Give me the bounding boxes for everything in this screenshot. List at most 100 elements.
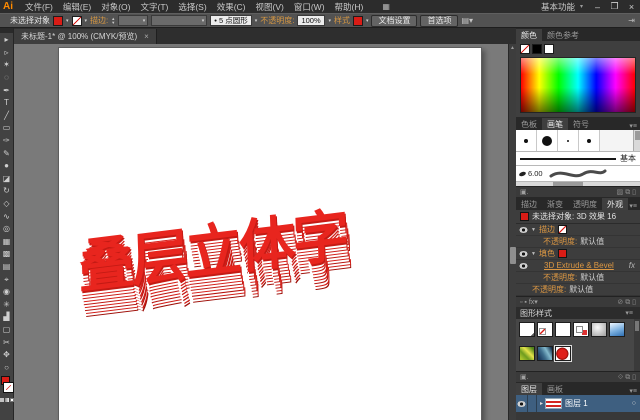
visibility-eye-icon[interactable] (519, 262, 528, 269)
layer-visibility-cell[interactable] (516, 395, 528, 412)
document-setup-button[interactable]: 文档设置 (371, 14, 418, 27)
visibility-eye-icon[interactable] (519, 250, 528, 257)
fill-opacity-row[interactable]: 不透明度: 默认值 (516, 272, 640, 284)
column-graph-tool[interactable]: ▟ (0, 311, 14, 324)
layer-thumbnail[interactable] (545, 398, 563, 409)
style-green-texture[interactable] (519, 346, 535, 361)
style-red-3d[interactable] (554, 345, 572, 362)
hand-tool[interactable]: ✥ (0, 349, 14, 362)
style-none[interactable] (537, 322, 553, 337)
style-blue-texture[interactable] (537, 346, 553, 361)
arrange-documents-icon[interactable]: ▦ (382, 2, 390, 11)
canvas-vertical-scrollbar[interactable]: ▲ (508, 44, 516, 420)
stroke-weight-stepper[interactable]: ▲ ▼ (111, 16, 115, 25)
none-button[interactable] (9, 398, 14, 403)
opacity-link[interactable]: 不透明度: (543, 272, 577, 283)
expand-arrow-icon[interactable]: ▼ (531, 251, 536, 257)
style-swatch[interactable] (352, 15, 363, 26)
gradient-button[interactable] (4, 398, 9, 403)
black-swatch[interactable] (532, 44, 542, 54)
restore-button[interactable]: ❐ (606, 1, 623, 12)
gradient-tool[interactable]: ▤ (0, 261, 14, 274)
expand-arrow-icon[interactable]: ▼ (531, 227, 536, 233)
width-tool[interactable]: ∿ (0, 210, 14, 223)
tab-brushes[interactable]: 画笔 (542, 118, 568, 130)
fill-stroke-control[interactable] (0, 375, 14, 397)
variable-width-profile-select[interactable]: ▾ (151, 15, 208, 26)
opacity-label[interactable]: 不透明度: (260, 15, 294, 26)
brush-item[interactable] (579, 130, 600, 151)
visibility-eye-icon[interactable] (519, 226, 528, 233)
opacity-link[interactable]: 不透明度: (532, 284, 566, 295)
close-document-icon[interactable]: × (144, 32, 149, 41)
layered-3d-text[interactable]: 叠层立体字 (77, 189, 348, 304)
expand-arrow-icon[interactable]: ▸ (540, 400, 543, 407)
graphic-styles-header[interactable]: 图形样式 ▾≡ (516, 307, 640, 319)
line-segment-tool[interactable]: ╱ (0, 110, 14, 123)
symbol-sprayer-tool[interactable]: ✳ (0, 298, 14, 311)
menu-item[interactable]: 选择(S) (173, 1, 211, 13)
pen-tool[interactable]: ✒ (0, 84, 14, 97)
panel-menu-icon[interactable]: ▾≡ (625, 309, 636, 317)
stroke-opacity-row[interactable]: 不透明度: 默认值 (516, 236, 640, 248)
selection-tool[interactable]: ▸ (0, 34, 14, 47)
calligraphic-brush-6-row[interactable]: 6.00 (516, 166, 640, 182)
workspace-switcher[interactable]: 基本功能 (537, 1, 579, 13)
brushes-footer-icons[interactable]: ▨ ⧉ ▯ (617, 188, 636, 197)
menu-item[interactable]: 文件(F) (20, 1, 58, 13)
menu-item[interactable]: 编辑(E) (58, 1, 96, 13)
slice-tool[interactable]: ✂ (0, 336, 14, 349)
menu-item[interactable]: 窗口(W) (289, 1, 330, 13)
style-silver-gradient[interactable] (591, 322, 607, 337)
stroke-weight-input[interactable]: ▾ (118, 15, 149, 26)
type-tool[interactable]: T (0, 97, 14, 110)
eraser-tool[interactable]: ◪ (0, 173, 14, 186)
brush-item[interactable] (516, 130, 537, 151)
tab-color[interactable]: 颜色 (516, 29, 542, 41)
style-label[interactable]: 样式 (334, 15, 350, 26)
pencil-tool[interactable]: ✎ (0, 147, 14, 160)
fill-row[interactable]: ▼ 填色 (516, 248, 640, 260)
canvas[interactable]: 叠层立体字 (14, 44, 508, 420)
tab-transparency[interactable]: 透明度 (568, 198, 602, 210)
tab-color-guide[interactable]: 颜色参考 (542, 29, 584, 41)
fill-color-swatch[interactable] (53, 15, 63, 26)
paintbrush-tool[interactable]: ✑ (0, 135, 14, 148)
shape-builder-tool[interactable]: ◎ (0, 223, 14, 236)
tab-symbols[interactable]: 符号 (568, 118, 594, 130)
brush-definition-select[interactable]: • 5 点圆形 (210, 15, 252, 26)
layer-name[interactable]: 图层 1 (565, 398, 588, 409)
tab-layers[interactable]: 图层 (516, 383, 542, 395)
style-libraries-icon[interactable]: ▣. (520, 373, 529, 381)
preferences-button[interactable]: 首选项 (420, 14, 459, 27)
stroke-color-swatch[interactable] (71, 15, 82, 26)
3d-extrude-bevel-effect-link[interactable]: 3D Extrude & Bevel (544, 261, 614, 270)
fill-red-swatch[interactable] (557, 249, 567, 258)
eyedropper-tool[interactable]: ⌖ (0, 273, 14, 286)
menu-item[interactable]: 视图(V) (251, 1, 289, 13)
menu-item[interactable]: 帮助(H) (330, 1, 369, 13)
brush-libraries-icon[interactable]: ▣. (520, 188, 529, 196)
chevron-down-icon[interactable]: ▾ (85, 18, 88, 24)
stroke-weight-label[interactable]: 描边: (90, 15, 108, 26)
color-button[interactable] (0, 398, 4, 403)
layer-target-icon[interactable]: ○ (632, 400, 636, 407)
direct-selection-tool[interactable]: ▹ (0, 47, 14, 60)
style-default[interactable] (519, 322, 535, 337)
tab-gradient[interactable]: 渐变 (542, 198, 568, 210)
menu-item[interactable]: 对象(O) (96, 1, 135, 13)
rectangle-tool[interactable]: ▭ (0, 122, 14, 135)
blend-tool[interactable]: ◉ (0, 286, 14, 299)
opacity-link[interactable]: 不透明度: (543, 236, 577, 247)
tab-appearance[interactable]: 外观 (602, 198, 628, 210)
white-swatch[interactable] (544, 44, 554, 54)
brush-item[interactable] (537, 130, 558, 151)
brushes-scrollbar[interactable] (633, 130, 640, 151)
toolbox-grip[interactable] (0, 28, 13, 33)
none-swatch[interactable] (520, 44, 530, 54)
brushes-horizontal-scrollbar[interactable] (516, 182, 640, 186)
opacity-input[interactable]: 100% (297, 15, 326, 26)
artboard[interactable]: 叠层立体字 (58, 47, 482, 420)
minimize-button[interactable]: – (589, 2, 606, 12)
chevron-down-icon[interactable]: ▾ (255, 18, 258, 24)
